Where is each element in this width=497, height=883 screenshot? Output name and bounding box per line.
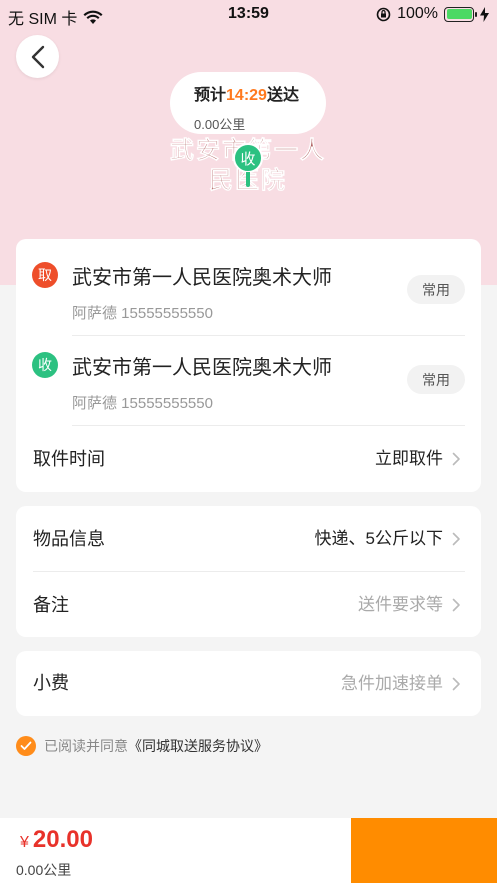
item-info-row[interactable]: 物品信息 快递、5公斤以下 bbox=[16, 506, 481, 572]
chevron-right-icon bbox=[452, 677, 460, 691]
item-card: 物品信息 快递、5公斤以下 备注 送件要求等 bbox=[16, 506, 481, 637]
back-button[interactable] bbox=[16, 35, 59, 78]
address-card: 取 武安市第一人民医院奥术大师 阿萨德 15555555550 常用 收 武安市… bbox=[16, 239, 481, 492]
bottom-bar: ¥20.00 0.00公里 bbox=[0, 818, 497, 883]
remark-row[interactable]: 备注 送件要求等 bbox=[16, 572, 481, 638]
pickup-time-label: 取件时间 bbox=[33, 449, 105, 469]
agreement-text: 已阅读并同意 bbox=[44, 738, 128, 754]
chevron-right-icon bbox=[452, 532, 460, 546]
receive-pin-icon: 收 bbox=[233, 143, 263, 173]
pickup-common-button[interactable]: 常用 bbox=[407, 275, 465, 304]
pickup-contact: 阿萨德 15555555550 bbox=[72, 305, 213, 322]
receive-address-name: 武安市第一人民医院奥术大师 bbox=[72, 357, 332, 379]
rotation-lock-icon bbox=[376, 7, 391, 21]
battery-percent: 100% bbox=[397, 5, 438, 22]
item-info-label: 物品信息 bbox=[33, 529, 105, 549]
bottom-distance: 0.00公里 bbox=[16, 862, 72, 878]
pickup-address-row[interactable]: 取 武安市第一人民医院奥术大师 阿萨德 15555555550 常用 bbox=[16, 239, 481, 329]
remark-placeholder: 送件要求等 bbox=[358, 595, 443, 614]
price-value: 20.00 bbox=[32, 826, 93, 853]
receive-address-row[interactable]: 收 武安市第一人民医院奥术大师 阿萨德 15555555550 常用 bbox=[16, 329, 481, 419]
back-arrow-icon bbox=[31, 45, 44, 68]
pin-stem bbox=[246, 172, 250, 187]
pickup-address-name: 武安市第一人民医院奥术大师 bbox=[72, 267, 332, 289]
currency-symbol: ¥ bbox=[20, 834, 29, 851]
checkbox-checked-icon[interactable] bbox=[16, 736, 36, 756]
eta-time: 14:29 bbox=[226, 87, 267, 104]
eta-bubble: 预计14:29送达 0.00公里 bbox=[170, 72, 326, 134]
tip-placeholder: 急件加速接单 bbox=[341, 674, 443, 693]
tip-row[interactable]: 小费 急件加速接单 bbox=[16, 651, 481, 716]
pickup-badge: 取 bbox=[32, 262, 58, 288]
tip-label: 小费 bbox=[33, 673, 69, 693]
charging-icon bbox=[480, 6, 489, 22]
checkmark-icon bbox=[20, 741, 32, 750]
receive-common-button[interactable]: 常用 bbox=[407, 365, 465, 394]
battery-icon bbox=[444, 6, 477, 22]
chevron-right-icon bbox=[452, 598, 460, 612]
status-bar: 无 SIM 卡 13:59 100% bbox=[0, 0, 497, 28]
agreement-link[interactable]: 《同城取送服务协议》 bbox=[128, 738, 268, 754]
submit-order-button[interactable] bbox=[351, 818, 497, 883]
eta-distance: 0.00公里 bbox=[194, 117, 246, 132]
remark-label: 备注 bbox=[33, 595, 69, 615]
item-info-value: 快递、5公斤以下 bbox=[314, 529, 443, 548]
chevron-right-icon bbox=[452, 452, 460, 466]
pickup-time-row[interactable]: 取件时间 立即取件 bbox=[16, 426, 481, 492]
agreement-row: 已阅读并同意《同城取送服务协议》 bbox=[16, 736, 268, 756]
receive-badge: 收 bbox=[32, 352, 58, 378]
receive-contact: 阿萨德 15555555550 bbox=[72, 395, 213, 412]
tip-card: 小费 急件加速接单 bbox=[16, 651, 481, 716]
pickup-time-value: 立即取件 bbox=[375, 449, 443, 468]
total-price: ¥20.00 bbox=[20, 826, 93, 854]
